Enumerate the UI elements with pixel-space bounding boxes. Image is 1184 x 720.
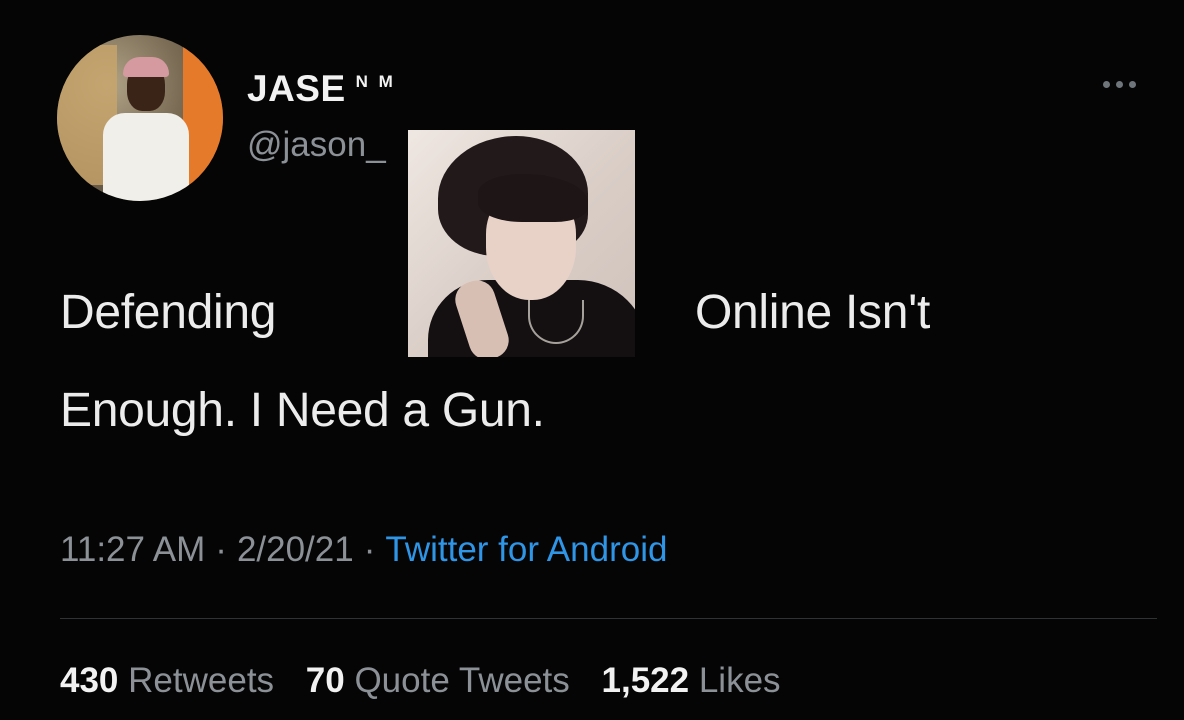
display-name-text: JASE [247,68,346,109]
avatar-background-frame [183,35,223,201]
tweet-text-line1-start: Defending [60,286,277,339]
quote-tweets-count: 70 [305,661,345,700]
likes-label: Likes [698,661,781,700]
divider [60,618,1157,619]
tweet-text-line2: Enough. I Need a Gun. [60,384,545,437]
display-name[interactable]: JASE N M [247,68,396,110]
more-dot [1116,80,1123,88]
likes-count: 1,522 [601,661,690,700]
quote-tweets-label: Quote Tweets [354,661,570,700]
avatar-person-cap [123,57,169,77]
tweet-detail: JASE N M @jason_ Defending Online Isn't E… [0,0,1184,720]
tweet-date[interactable]: 2/20/21 [237,530,354,569]
user-handle[interactable]: @jason_ [247,125,386,165]
tweet-time: 11:27 AM [60,530,206,569]
tweet-stats: 430 Retweets 70 Quote Tweets 1,522 Likes [60,661,803,701]
more-dot [1129,80,1136,88]
meta-separator: · [215,530,227,569]
likes-stat[interactable]: 1,522 Likes [602,661,781,700]
retweets-label: Retweets [128,661,275,700]
more-dot [1103,80,1110,88]
meta-separator: · [363,530,376,569]
retweets-stat[interactable]: 430 Retweets [60,661,274,700]
overlay-photo [408,130,635,357]
quote-tweets-stat[interactable]: 70 Quote Tweets [306,661,570,700]
tweet-meta: 11:27 AM · 2/20/21 · Twitter for Android [60,530,667,570]
display-name-suffix: N M [355,72,396,91]
retweets-count: 430 [60,661,119,700]
tweet-text-line1-end: Online Isn't [695,286,931,339]
avatar[interactable] [57,35,223,201]
avatar-person-shirt [103,113,189,201]
tweet-source-link[interactable]: Twitter for Android [385,530,667,569]
more-options-icon[interactable] [1103,74,1153,94]
